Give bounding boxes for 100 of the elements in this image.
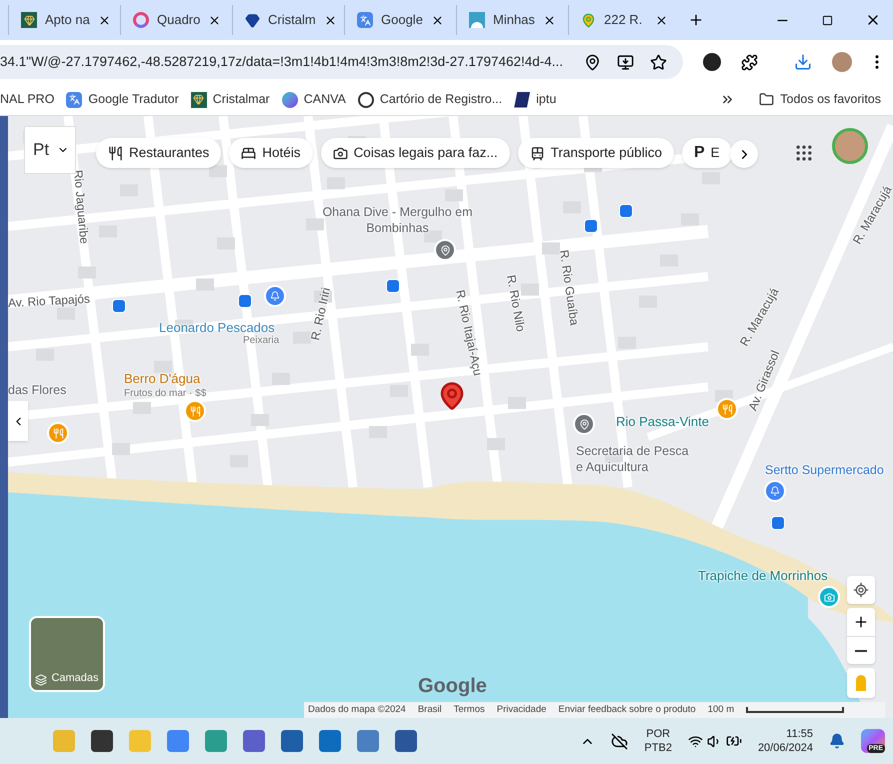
taskbar-app-icon[interactable] (395, 730, 417, 752)
pin-icon (440, 244, 450, 256)
bookmark-star-icon[interactable] (650, 54, 667, 70)
profile-avatar[interactable] (832, 52, 852, 72)
place-label: Peixaria (243, 334, 280, 348)
tab-title: Minhas (493, 11, 535, 30)
browser-tab[interactable]: Quadro (120, 5, 232, 35)
utensils-icon (108, 146, 123, 160)
attribution-text: Dados do mapa ©2024 (308, 702, 406, 717)
street-label: R. Rio Guaíba (556, 248, 583, 327)
tab-title: Google (381, 11, 423, 30)
cloud-off-icon[interactable] (611, 732, 628, 750)
bus-stop-icon[interactable] (584, 219, 598, 233)
translate-icon (66, 92, 82, 108)
restore-icon[interactable] (822, 14, 833, 26)
bookmark-item[interactable]: iptu (514, 90, 556, 109)
ring-logo-icon (133, 12, 149, 28)
browser-tab[interactable]: Minhas (456, 5, 568, 35)
category-chip[interactable]: Coisas legais para faz... (320, 138, 510, 168)
location-icon[interactable] (584, 54, 601, 70)
browser-tab[interactable]: Apto na (8, 5, 120, 35)
category-chip[interactable]: Hotéis (229, 138, 313, 168)
clock[interactable]: 11:55 20/06/2024 (758, 727, 813, 755)
layers-icon (35, 674, 48, 686)
place-label: Ohana Dive - Mergulho em Bombinhas (321, 204, 474, 236)
bookmark-item[interactable]: Cartório de Registro... (358, 90, 502, 109)
tab-title: 222 R. (604, 11, 644, 30)
taskbar-app-icon[interactable] (281, 730, 303, 752)
street-label: Av. Rio Tapajós (8, 290, 90, 312)
close-icon[interactable] (208, 14, 222, 26)
category-chip[interactable]: Restaurantes (96, 138, 222, 168)
footer-link[interactable]: Termos (454, 702, 485, 718)
install-app-icon[interactable] (617, 54, 634, 70)
footer-link[interactable]: Enviar feedback sobre o produto (558, 702, 696, 718)
utensils-icon (190, 406, 200, 416)
bus-stop-icon[interactable] (771, 516, 785, 530)
scale-bar-icon (746, 707, 844, 713)
bus-stop-icon[interactable] (238, 294, 252, 308)
bus-stop-icon[interactable] (386, 279, 400, 293)
category-chip[interactable]: Transporte público (518, 138, 674, 168)
url-text: 34.1"W/@-27.1797462,-48.5287219,17z/data=!3m1!4b1!4m4!3m3!8m2!3d-27.1797462!4d-4... (0, 52, 564, 71)
taskbar-app-icon[interactable] (243, 730, 265, 752)
browser-tab[interactable]: Google (344, 5, 456, 35)
close-icon[interactable] (324, 14, 337, 26)
browser-tab[interactable]: 222 R. (568, 5, 680, 35)
close-icon[interactable] (98, 14, 111, 26)
my-location-button[interactable] (847, 576, 875, 604)
extensions-icon[interactable] (741, 54, 758, 70)
download-icon[interactable] (794, 53, 812, 71)
close-icon[interactable] (655, 14, 668, 26)
folder-icon (759, 92, 774, 107)
new-tab-icon[interactable] (688, 12, 704, 28)
diamond-icon (245, 12, 260, 28)
tab-title: Quadro (157, 11, 200, 30)
notification-icon[interactable] (829, 733, 845, 749)
wifi-icon[interactable] (688, 734, 703, 748)
street-label: R. Rio Nilo (503, 273, 529, 334)
tab-title: Apto na (45, 11, 90, 30)
close-icon[interactable] (543, 14, 556, 26)
place-label: Secretaria de Pesca e Aquicultura (576, 443, 690, 475)
plus-icon (853, 614, 869, 630)
footer-link[interactable]: Privacidade (496, 702, 546, 718)
street-label: R. Rio Iriri (307, 286, 334, 342)
bus-stop-icon[interactable] (619, 204, 633, 218)
bus-stop-icon[interactable] (112, 299, 126, 313)
pin-icon (578, 418, 590, 430)
bookmark-item[interactable]: Google Tradutor (66, 90, 179, 109)
taskbar-app-icon[interactable] (319, 730, 341, 752)
sunrise-icon (469, 12, 485, 28)
layers-button[interactable]: Camadas (29, 616, 105, 692)
parking-glyph: P (694, 143, 705, 163)
all-bookmarks-folder[interactable]: Todos os favoritos (759, 90, 881, 109)
utensils-icon (722, 404, 732, 414)
tab-title: Cristalm (268, 11, 316, 30)
address-bar[interactable]: 34.1"W/@-27.1797462,-48.5287219,17z/data=!3m1!4b1!4m4!3m3!8m2!3d-27.1797462!4d-4... (0, 45, 683, 79)
bed-icon (241, 146, 256, 160)
train-icon (530, 146, 545, 160)
browser-tab[interactable]: Cristalm (232, 5, 344, 35)
input-language[interactable]: POR PTB2 (644, 727, 672, 755)
place-label: Leonardo Pescados (159, 319, 275, 336)
input-mode-selector[interactable]: Pt (24, 126, 76, 174)
map-pin-icon (581, 12, 596, 28)
canva-icon (282, 92, 298, 108)
b-logo-icon (514, 92, 530, 108)
diamond-icon (190, 92, 207, 108)
close-icon[interactable] (431, 14, 444, 26)
street-label: R. Rio Itajaí-Açu (452, 288, 486, 378)
seal-icon (358, 92, 374, 108)
camera-icon (332, 146, 348, 160)
bookmark-item[interactable]: NAL PRO (0, 90, 54, 109)
apps-icon[interactable] (794, 143, 814, 163)
scale-label: 100 m (708, 702, 734, 717)
footer-link[interactable]: Brasil (418, 702, 442, 718)
locate-icon (853, 582, 869, 598)
bookmark-item[interactable]: CANVA (282, 90, 346, 109)
bookmark-item[interactable]: Cristalmar (190, 90, 270, 109)
extension-icon[interactable] (703, 53, 721, 71)
place-label: Trapiche de Morrinhos (698, 567, 828, 585)
taskbar-app-icon[interactable] (91, 730, 113, 752)
place-label: Rio Passa-Vinte (616, 413, 709, 431)
